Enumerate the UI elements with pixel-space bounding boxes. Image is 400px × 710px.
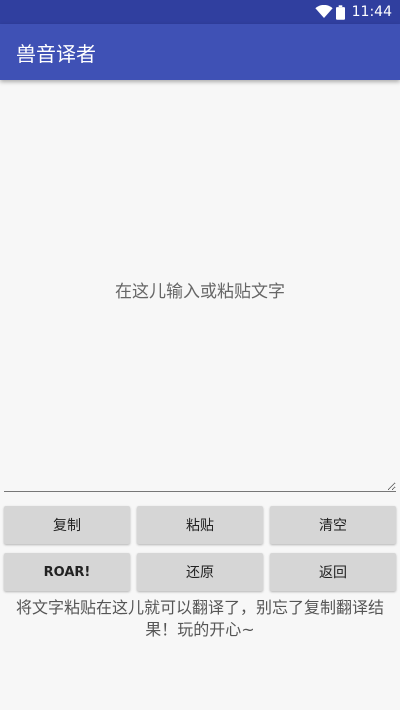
back-button[interactable]: 返回 — [270, 553, 396, 591]
roar-button[interactable]: ROAR! — [4, 553, 130, 591]
battery-icon — [335, 4, 345, 20]
app-title: 兽音译者 — [16, 41, 96, 66]
clear-button[interactable]: 清空 — [270, 506, 396, 544]
status-bar: 11:44 — [0, 0, 400, 24]
hint-text: 将文字粘贴在这儿就可以翻译了，别忘了复制翻译结果！玩的开心~ — [15, 598, 384, 639]
paste-button[interactable]: 粘贴 — [137, 506, 263, 544]
text-input[interactable] — [4, 84, 396, 492]
status-time: 11:44 — [351, 4, 392, 20]
app-bar: 兽音译者 — [0, 24, 400, 80]
wifi-icon — [315, 5, 333, 18]
restore-button[interactable]: 还原 — [137, 553, 263, 591]
copy-button[interactable]: 复制 — [4, 506, 130, 544]
